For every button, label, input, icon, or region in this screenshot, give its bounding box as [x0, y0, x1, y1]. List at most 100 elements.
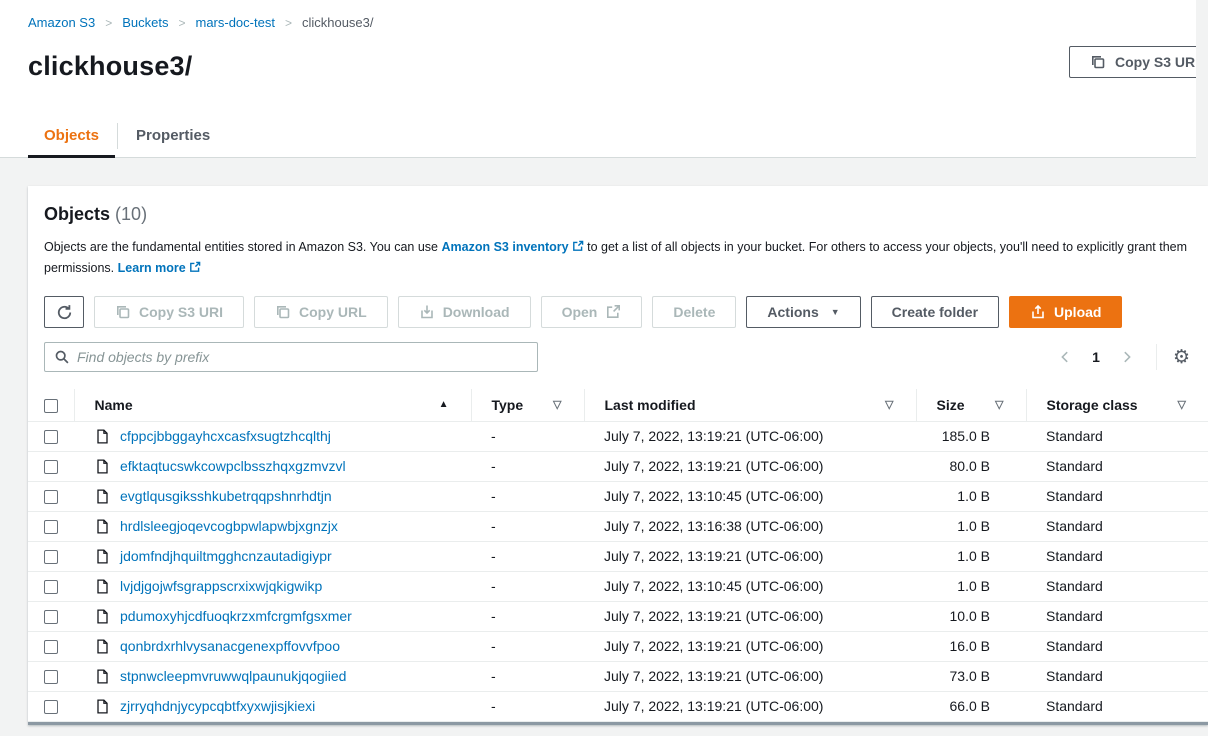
amazon-s3-inventory-link[interactable]: Amazon S3 inventory — [442, 240, 584, 254]
objects-description: Objects are the fundamental entities sto… — [44, 237, 1192, 279]
object-name-link[interactable]: lvjdjgojwfsgrappscrxixwjqkigwikp — [120, 578, 322, 594]
object-type: - — [471, 541, 584, 571]
table-row: cfppcjbbggayhcxcasfxsugtzhcqlthj - July … — [28, 421, 1208, 451]
actions-button[interactable]: Actions ▼ — [746, 296, 860, 328]
download-button[interactable]: Download — [398, 296, 531, 328]
next-page-icon[interactable] — [1114, 346, 1140, 368]
object-last-modified: July 7, 2022, 13:19:21 (UTC-06:00) — [584, 451, 916, 481]
copy-url-button[interactable]: Copy URL — [254, 296, 388, 328]
object-type: - — [471, 481, 584, 511]
create-folder-button[interactable]: Create folder — [871, 296, 999, 328]
tab-properties[interactable]: Properties — [120, 117, 226, 157]
file-icon — [95, 519, 110, 534]
object-storage-class: Standard — [1026, 511, 1208, 541]
current-page-number[interactable]: 1 — [1092, 349, 1100, 365]
breadcrumb-item[interactable]: Buckets — [122, 15, 168, 30]
object-storage-class: Standard — [1026, 661, 1208, 691]
previous-page-icon[interactable] — [1052, 346, 1078, 368]
object-name-link[interactable]: zjrryqhdnjycypcqbtfxyxwjisjkiexi — [120, 698, 315, 714]
horizontal-scrollbar[interactable] — [28, 722, 1208, 725]
open-button[interactable]: Open — [541, 296, 643, 328]
sort-icon: ▽ — [553, 398, 561, 411]
object-size: 80.0 B — [916, 451, 1026, 481]
row-checkbox[interactable] — [44, 640, 58, 654]
copy-s3-uri-header-button[interactable]: Copy S3 URI — [1069, 46, 1208, 78]
tab-objects[interactable]: Objects — [28, 117, 115, 157]
description-text: to get a list of all objects in your buc… — [587, 240, 1187, 254]
refresh-button[interactable] — [44, 296, 84, 328]
row-checkbox[interactable] — [44, 700, 58, 714]
search-input[interactable] — [77, 349, 528, 365]
table-row: evgtlqusgiksshkubetrqqpshnrhdtjn - July … — [28, 481, 1208, 511]
object-storage-class: Standard — [1026, 631, 1208, 661]
breadcrumb-separator-icon: > — [105, 16, 112, 30]
object-name-link[interactable]: efktaqtucswkcowpclbsszhqxgzmvzvl — [120, 458, 346, 474]
row-checkbox[interactable] — [44, 490, 58, 504]
row-checkbox[interactable] — [44, 670, 58, 684]
row-checkbox[interactable] — [44, 430, 58, 444]
delete-button[interactable]: Delete — [652, 296, 736, 328]
object-name-link[interactable]: cfppcjbbggayhcxcasfxsugtzhcqlthj — [120, 428, 331, 444]
tab-divider — [117, 123, 118, 149]
table-row: jdomfndjhquiltmgghcnzautadigiypr - July … — [28, 541, 1208, 571]
file-icon — [95, 609, 110, 624]
column-header-last-modified[interactable]: Last modified▽ — [584, 389, 916, 421]
select-all-checkbox[interactable] — [44, 399, 58, 413]
object-type: - — [471, 571, 584, 601]
object-size: 66.0 B — [916, 691, 1026, 721]
table-row: lvjdjgojwfsgrappscrxixwjqkigwikp - July … — [28, 571, 1208, 601]
object-name-link[interactable]: jdomfndjhquiltmgghcnzautadigiypr — [120, 548, 332, 564]
object-last-modified: July 7, 2022, 13:19:21 (UTC-06:00) — [584, 691, 916, 721]
sort-icon: ▽ — [995, 398, 1003, 411]
file-icon — [95, 429, 110, 444]
row-checkbox[interactable] — [44, 460, 58, 474]
copy-icon — [115, 304, 131, 320]
search-icon — [54, 349, 70, 365]
object-size: 1.0 B — [916, 511, 1026, 541]
row-checkbox[interactable] — [44, 610, 58, 624]
search-box — [44, 342, 538, 372]
table-row: pdumoxyhjcdfuoqkrzxmfcrgmfgsxmer - July … — [28, 601, 1208, 631]
object-name-link[interactable]: hrdlsleegjoqevcogbpwlapwbjxgnzjx — [120, 518, 338, 534]
objects-panel: Objects (10) Objects are the fundamental… — [28, 186, 1208, 725]
upload-button[interactable]: Upload — [1009, 296, 1122, 328]
preferences-gear-icon[interactable]: ⚙ — [1171, 346, 1192, 369]
object-size: 1.0 B — [916, 571, 1026, 601]
row-checkbox[interactable] — [44, 520, 58, 534]
object-storage-class: Standard — [1026, 451, 1208, 481]
file-icon — [95, 579, 110, 594]
object-name-link[interactable]: pdumoxyhjcdfuoqkrzxmfcrgmfgsxmer — [120, 608, 352, 624]
breadcrumb-item: clickhouse3/ — [302, 15, 374, 30]
column-header-type[interactable]: Type▽ — [471, 389, 584, 421]
sort-ascending-icon: ▲ — [439, 399, 449, 410]
caret-down-icon: ▼ — [831, 308, 840, 317]
file-icon — [95, 549, 110, 564]
object-name-link[interactable]: stpnwcleepmvruwwqlpaunukjqogiied — [120, 668, 346, 684]
object-name-link[interactable]: evgtlqusgiksshkubetrqqpshnrhdtjn — [120, 488, 332, 504]
breadcrumb-separator-icon: > — [178, 16, 185, 30]
object-size: 73.0 B — [916, 661, 1026, 691]
select-all-header — [28, 389, 74, 421]
object-storage-class: Standard — [1026, 571, 1208, 601]
breadcrumb-item[interactable]: Amazon S3 — [28, 15, 95, 30]
breadcrumb-separator-icon: > — [285, 16, 292, 30]
objects-count: (10) — [115, 204, 147, 224]
table-row: hrdlsleegjoqevcogbpwlapwbjxgnzjx - July … — [28, 511, 1208, 541]
learn-more-link[interactable]: Learn more — [118, 261, 201, 275]
table-row: stpnwcleepmvruwwqlpaunukjqogiied - July … — [28, 661, 1208, 691]
external-link-icon — [572, 238, 584, 258]
copy-s3-uri-button[interactable]: Copy S3 URI — [94, 296, 244, 328]
sort-icon: ▽ — [885, 398, 893, 411]
tabs: Objects Properties — [0, 117, 1208, 158]
object-name-link[interactable]: qonbrdxrhlvysanacgenexpffovvfpoo — [120, 638, 340, 654]
object-last-modified: July 7, 2022, 13:19:21 (UTC-06:00) — [584, 541, 916, 571]
breadcrumb-item[interactable]: mars-doc-test — [195, 15, 274, 30]
file-icon — [95, 669, 110, 684]
right-gutter — [1196, 0, 1208, 158]
column-header-name[interactable]: Name▲ — [74, 389, 471, 421]
pagination-controls: 1 ⚙ — [1052, 344, 1192, 370]
row-checkbox[interactable] — [44, 580, 58, 594]
row-checkbox[interactable] — [44, 550, 58, 564]
column-header-storage-class[interactable]: Storage class▽ — [1026, 389, 1208, 421]
column-header-size[interactable]: Size▽ — [916, 389, 1026, 421]
